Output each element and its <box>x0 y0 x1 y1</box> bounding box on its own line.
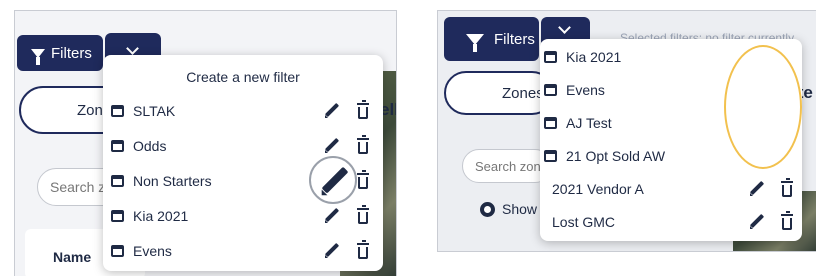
highlight-annotation <box>724 45 802 169</box>
filter-label: 21 Opt Sold AW <box>566 147 666 164</box>
edit-icon[interactable] <box>325 209 339 223</box>
delete-icon[interactable] <box>781 178 793 197</box>
filter-row[interactable]: Lost GMC <box>540 205 802 238</box>
calendar-icon <box>111 104 124 117</box>
zone-tab-label: Zones <box>502 84 544 102</box>
calendar-icon <box>111 139 124 152</box>
filter-label: Evens <box>566 81 605 98</box>
edit-icon[interactable] <box>325 139 339 153</box>
filter-dropdown: Kia 2021 Evens AJ Test 21 Opt Sold AW 20… <box>540 39 802 241</box>
filter-label: Odds <box>133 137 167 154</box>
search-input[interactable]: Search zon <box>462 149 552 183</box>
filter-dropdown: Create a new filter SLTAK Odds Non Start… <box>103 55 383 271</box>
edit-icon[interactable] <box>325 244 339 258</box>
edit-icon[interactable] <box>750 215 764 229</box>
edit-icon[interactable] <box>750 182 764 196</box>
name-column-header: Name <box>53 249 92 265</box>
funnel-icon <box>466 33 484 52</box>
create-new-filter-link[interactable]: Create a new filter <box>103 69 383 85</box>
filter-label: AJ Test <box>566 114 612 131</box>
edit-icon[interactable] <box>321 169 349 196</box>
calendar-icon <box>544 50 557 63</box>
filter-label: 2021 Vendor A <box>552 180 644 197</box>
calendar-icon <box>111 244 124 257</box>
filter-row[interactable]: 2021 Vendor A <box>540 172 802 205</box>
edit-icon[interactable] <box>325 104 339 118</box>
calendar-icon <box>111 209 124 222</box>
filter-label: Non Starters <box>133 172 212 189</box>
filters-button[interactable]: Filters <box>444 17 539 61</box>
calendar-icon <box>544 149 557 162</box>
filter-label: Evens <box>133 242 172 259</box>
filter-row[interactable]: Evens <box>103 233 383 268</box>
chevron-down-icon <box>558 21 571 34</box>
delete-icon[interactable] <box>357 240 369 259</box>
chevron-down-icon <box>126 42 139 55</box>
filters-label: Filters <box>51 44 92 62</box>
filter-row[interactable]: Non Starters <box>103 156 383 204</box>
show-label: Show <box>502 201 538 217</box>
zone-tab[interactable]: Zones <box>444 71 554 115</box>
filter-label: SLTAK <box>133 102 176 119</box>
right-screenshot-panel: Selected filters: no filter currently Fi… <box>437 10 816 252</box>
calendar-icon <box>544 116 557 129</box>
magnified-edit-callout <box>309 156 357 204</box>
show-radio[interactable] <box>480 202 495 217</box>
filter-label: Kia 2021 <box>133 207 189 224</box>
calendar-icon <box>544 83 557 96</box>
delete-icon[interactable] <box>781 211 793 230</box>
left-screenshot-panel: Filters Zone ell Search zo Name Create a… <box>14 10 397 276</box>
filters-label: Filters <box>494 30 535 48</box>
filter-row[interactable]: Kia 2021 <box>103 198 383 233</box>
filter-label: Lost GMC <box>552 213 616 230</box>
filter-row[interactable]: SLTAK <box>103 93 383 128</box>
filter-label: Kia 2021 <box>566 48 622 65</box>
delete-icon[interactable] <box>357 135 369 154</box>
delete-icon[interactable] <box>357 205 369 224</box>
search-placeholder: Search zon <box>475 158 541 174</box>
filters-button[interactable]: Filters <box>17 35 103 71</box>
funnel-icon <box>31 48 45 65</box>
delete-icon[interactable] <box>357 170 369 189</box>
delete-icon[interactable] <box>357 100 369 119</box>
calendar-icon <box>111 174 124 187</box>
